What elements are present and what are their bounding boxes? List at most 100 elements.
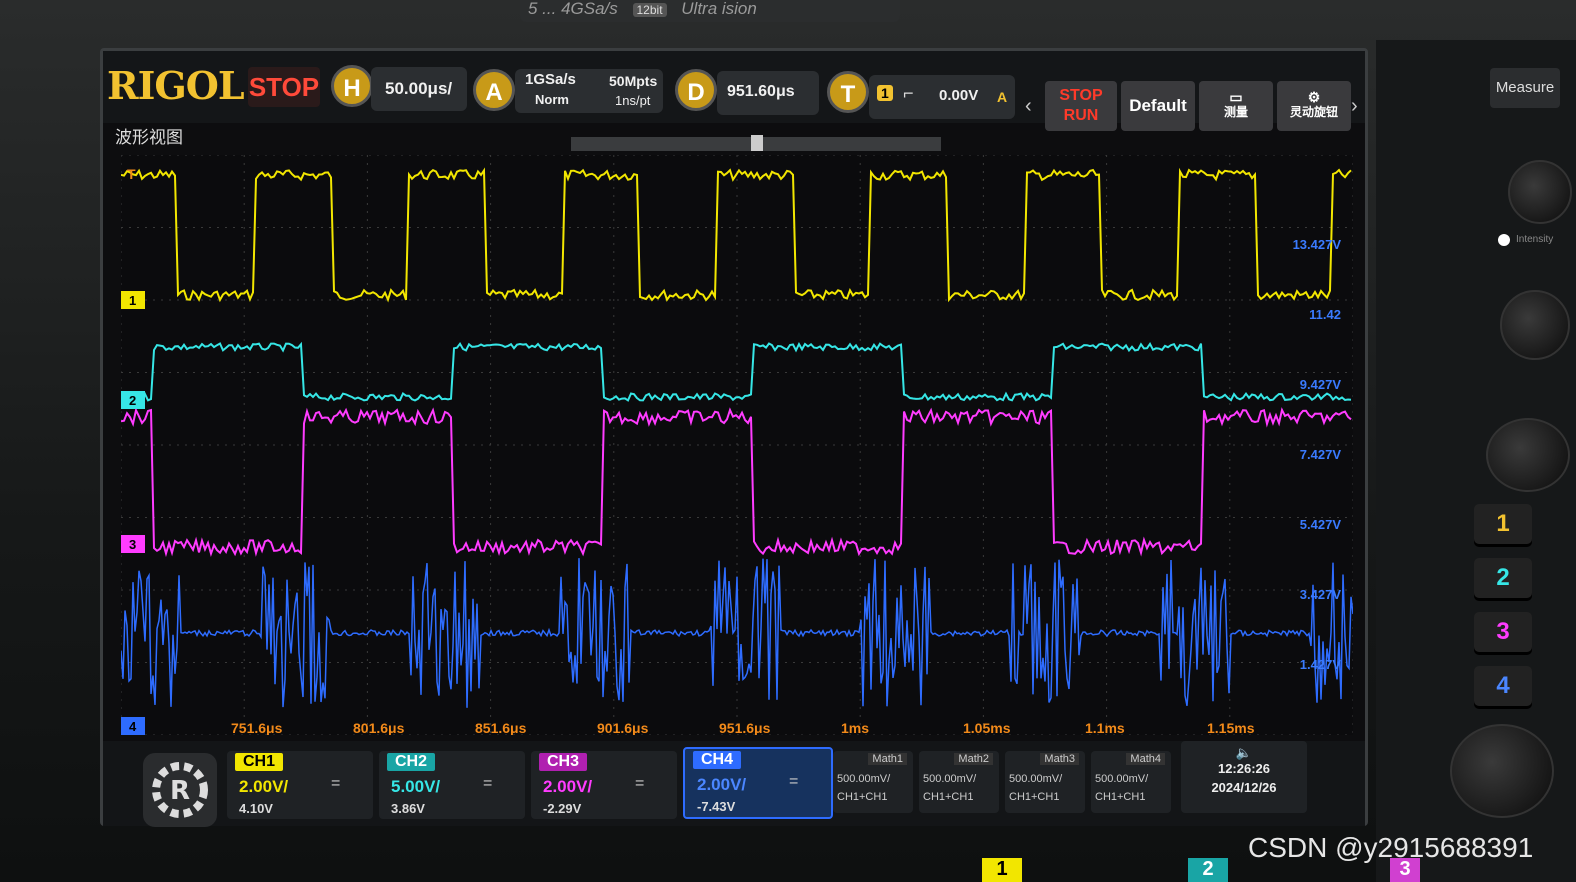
acquire-key-icon[interactable]: A [473,69,515,111]
trigger-box[interactable]: 1 ⌐ 0.00V A [869,75,1015,119]
ch1-name: CH1 [235,753,284,771]
clock-panel[interactable]: 🔈 12:26:26 2024/12/26 [1181,741,1307,813]
delay-box[interactable]: 951.60μs [717,71,819,115]
math1-source: CH1+CH1 [837,791,888,803]
model-strip: 5 ... 4GSa/s 12bit Ultra ision [520,0,900,22]
horizontal-key-icon[interactable]: H [331,65,373,107]
ch1-scale: 2.00V/ [239,777,289,796]
ch2-coupling-icon: = [483,775,493,792]
ch4-coupling-icon: = [789,773,799,790]
math3-source: CH1+CH1 [1009,791,1060,803]
time-axis-label: 1.15ms [1207,720,1255,735]
ch4-name: CH4 [693,751,742,769]
math1-scale: 500.00mV/ [837,773,891,785]
ruler-icon: ▭ [1229,89,1243,105]
clock-time: 12:26:26 [1217,761,1271,776]
math4-source: CH1+CH1 [1095,791,1146,803]
knob-icon: ⚙ [1307,89,1321,105]
smart-knob-label: 灵动旋钮 [1289,105,1338,119]
channel-3-button[interactable]: 3 [1474,612,1532,652]
voltage-axis-label: 3.427V [1300,587,1342,602]
ch3-scale: 2.00V/ [543,777,593,796]
math2-box[interactable]: Math2 500.00mV/ CH1+CH1 [919,751,999,813]
chevron-right-icon[interactable]: › [1351,95,1358,118]
time-axis-label: 951.6μs [719,720,771,735]
time-axis-label: 851.6μs [475,720,527,735]
trigger-key-icon[interactable]: T [827,71,869,113]
rigol-logo: RIGOL [107,63,245,108]
time-axis-label: 901.6μs [597,720,649,735]
run-state-badge[interactable]: STOP [248,67,320,107]
math4-box[interactable]: Math4 500.00mV/ CH1+CH1 [1091,751,1171,813]
ch4-offset: -7.43V [697,799,736,814]
intensity-led-icon [1498,234,1510,246]
channel-box-ch3[interactable]: CH3 2.00V/ -2.29V = [531,751,677,819]
horizontal-scale-knob[interactable] [1500,290,1570,360]
memory-window-handle[interactable] [751,135,763,151]
math3-name: Math3 [1040,753,1079,765]
channel-2-button[interactable]: 2 [1474,558,1532,598]
channel-box-ch1[interactable]: CH1 2.00V/ 4.10V = [227,751,373,819]
bottom-tab-3[interactable]: 3 [1390,858,1420,882]
run-label: RUN [1063,107,1099,124]
math2-name: Math2 [954,753,993,765]
delay-key-icon[interactable]: D [675,69,717,111]
ch2-name: CH2 [387,753,436,771]
waveform-grid[interactable]: 751.6μs 801.6μs 851.6μs 901.6μs 951.6μs 1ms 1.… [121,155,1353,735]
channel-marker-label: 4 [129,719,137,734]
acquire-box[interactable]: 1GSa/s Norm 50Mpts 1ns/pt [515,69,663,113]
ch1-coupling-icon: = [331,775,341,792]
top-toolbar: RIGOL STOP H 50.00μs/ A 1GSa/s Norm 50Mp… [103,51,1365,131]
measure-button[interactable]: Measure [1490,68,1560,108]
time-axis-label: 1.05ms [963,720,1011,735]
speaker-mute-icon[interactable]: 🔈 [1181,745,1307,761]
timebase-box[interactable]: 50.00μs/ [371,67,467,111]
bottom-tab-2[interactable]: 2 [1188,858,1228,882]
intensity-label: Intensity [1516,234,1554,245]
model-strip-text: 5 ... 4GSa/s [528,0,618,18]
stop-run-button[interactable]: STOP RUN [1045,81,1117,131]
voltage-axis-label: 1.427V [1300,657,1342,672]
math1-name: Math1 [868,753,907,765]
math2-scale: 500.00mV/ [923,773,977,785]
voltage-axis-label: 5.427V [1300,517,1342,532]
trigger-source: 1 [877,85,893,101]
voltage-axis-label: 13.427V [1293,237,1342,252]
voltage-axis-label: 11.42 [1309,307,1341,322]
timebase-value: 50.00μs/ [385,79,453,98]
rising-edge-icon: ⌐ [903,83,914,103]
vertical-position-knob[interactable] [1508,160,1572,224]
ch3-coupling-icon: = [635,775,645,792]
waveform-view-title: 波形视图 [115,128,183,147]
time-axis-label: 1ms [841,720,869,735]
bottom-tab-1[interactable]: 1 [982,858,1022,882]
ch1-offset: 4.10V [239,801,273,816]
channel-box-ch4[interactable]: CH4 2.00V/ -7.43V = [683,747,833,819]
channel-box-ch2[interactable]: CH2 5.00V/ 3.86V = [379,751,525,819]
resolution: 1ns/pt [615,93,651,108]
channel-marker-label: 1 [129,293,136,308]
voltage-axis-label: 7.427V [1300,447,1342,462]
bit-depth-badge: 12bit [632,3,667,17]
math1-box[interactable]: Math1 500.00mV/ CH1+CH1 [833,751,913,813]
default-button[interactable]: Default [1121,81,1195,131]
rigol-gear-logo-icon[interactable]: R [143,753,217,827]
channel-1-button[interactable]: 1 [1474,504,1532,544]
svg-text:R: R [170,776,190,806]
sample-rate: 1GSa/s [525,71,576,88]
offset-knob[interactable] [1450,724,1554,818]
time-axis-label: 801.6μs [353,720,405,735]
time-axis-label: 1.1ms [1085,720,1125,735]
channel-4-button[interactable]: 4 [1474,666,1532,706]
measure-toolbar-button[interactable]: ▭ 测量 [1199,81,1273,131]
ch3-offset: -2.29V [543,801,582,816]
math3-box[interactable]: Math3 500.00mV/ CH1+CH1 [1005,751,1085,813]
chevron-left-icon[interactable]: ‹ [1025,95,1032,118]
series-label: Ultra ision [681,0,757,18]
smart-knob-button[interactable]: ⚙ 灵动旋钮 [1277,81,1351,131]
ch3-name: CH3 [539,753,588,771]
vertical-scale-knob[interactable] [1486,418,1570,492]
ch4-scale: 2.00V/ [697,775,747,794]
delay-value: 951.60μs [727,83,795,100]
channel-marker-label: 3 [129,537,136,552]
